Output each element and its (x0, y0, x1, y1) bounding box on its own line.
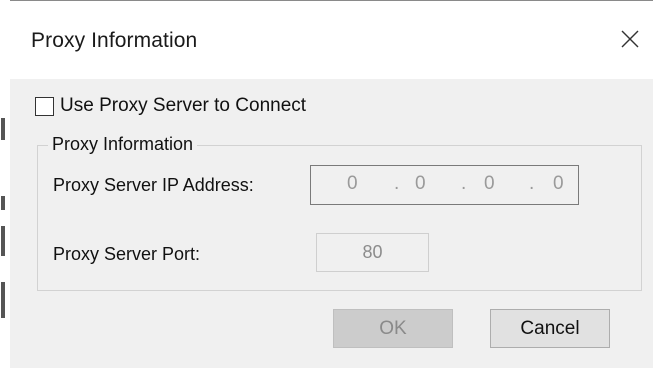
use-proxy-label[interactable]: Use Proxy Server to Connect (60, 95, 306, 117)
ip-separator: . (461, 173, 467, 194)
ip-address-label: Proxy Server IP Address: (53, 175, 254, 195)
port-field[interactable]: 80 (316, 233, 429, 272)
use-proxy-checkbox[interactable] (35, 96, 54, 116)
group-title: Proxy Information (48, 134, 198, 155)
ok-button[interactable]: OK (333, 309, 453, 348)
cancel-button[interactable]: Cancel (490, 309, 610, 348)
ip-octet-2[interactable]: 0 (415, 173, 426, 195)
dialog-title: Proxy Information (31, 29, 198, 52)
background-text-fragment (1, 282, 5, 318)
ip-octet-4[interactable]: 0 (553, 173, 564, 195)
ip-octet-3[interactable]: 0 (484, 173, 495, 195)
background-text-fragment (1, 226, 5, 256)
close-button[interactable] (607, 19, 653, 59)
background-text-fragment (1, 118, 5, 140)
proxy-information-dialog: Proxy Information Use Proxy Server to Co… (10, 0, 653, 368)
background-text-fragment (1, 196, 5, 210)
close-icon (621, 30, 639, 48)
use-proxy-row: Use Proxy Server to Connect (35, 95, 306, 117)
title-bar: Proxy Information (10, 1, 653, 79)
screen: Proxy Information Use Proxy Server to Co… (0, 0, 653, 368)
ip-separator: . (394, 173, 400, 194)
ip-octet-1[interactable]: 0 (347, 173, 358, 195)
port-label: Proxy Server Port: (53, 244, 201, 264)
ip-separator: . (529, 173, 535, 194)
ip-address-field[interactable]: 0 . 0 . 0 . 0 (310, 165, 579, 205)
